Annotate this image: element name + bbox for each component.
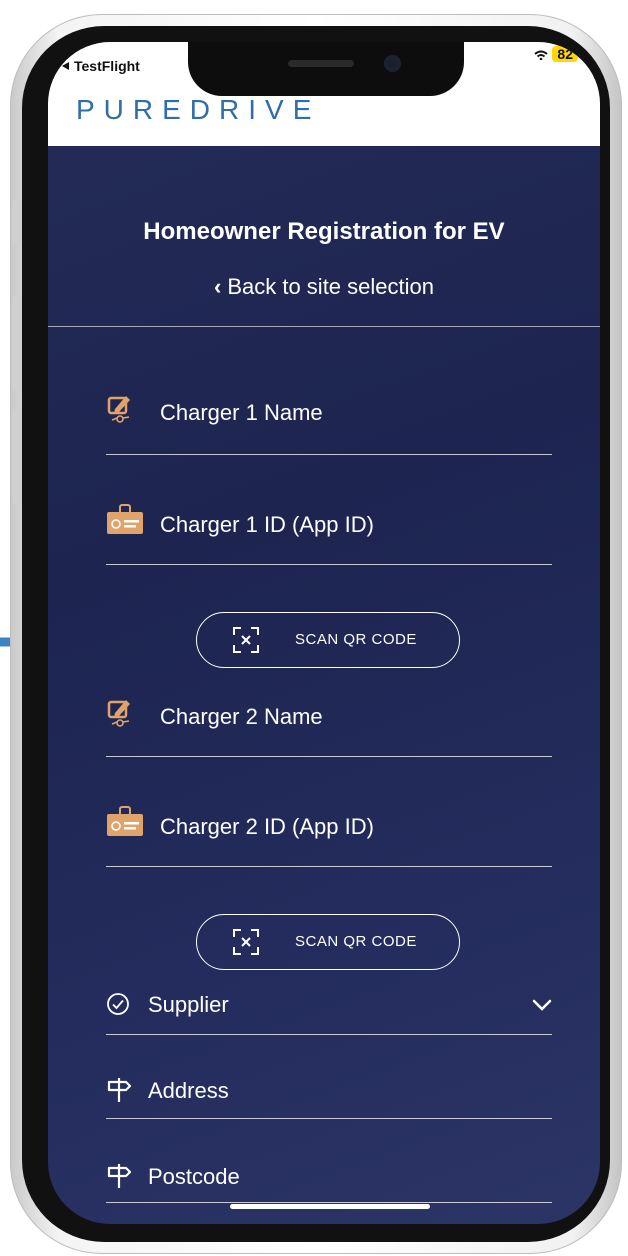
front-camera xyxy=(384,55,401,72)
back-to-site-selection-link[interactable]: ‹ Back to site selection xyxy=(48,274,600,300)
scan-qr-label-2: SCAN QR CODE xyxy=(295,933,417,950)
volume-down-button xyxy=(12,410,22,504)
speaker-grille xyxy=(288,60,354,67)
chevron-left-icon: ‹ xyxy=(214,274,222,299)
charger1-name-field[interactable]: Charger 1 Name xyxy=(106,388,552,456)
header-divider xyxy=(48,326,600,327)
supplier-select[interactable]: Supplier xyxy=(106,984,552,1036)
scan-qr-code-button-1[interactable]: SCAN QR CODE xyxy=(196,612,460,668)
puredrive-logo: PUREDRIVE xyxy=(76,94,321,125)
page-title: Homeowner Registration for EV xyxy=(143,218,505,245)
id-card-icon xyxy=(107,806,143,836)
charger1-name-underline xyxy=(106,454,552,455)
signpost-icon xyxy=(107,1164,132,1188)
supplier-underline xyxy=(106,1034,552,1035)
notch xyxy=(188,42,464,96)
postcode-field[interactable]: Postcode xyxy=(106,1154,552,1206)
address-field[interactable]: Address xyxy=(106,1068,552,1120)
postcode-label: Postcode xyxy=(148,1164,240,1189)
charger2-id-underline xyxy=(106,866,552,867)
signpost-icon xyxy=(107,1078,132,1102)
id-card-icon xyxy=(107,504,143,534)
testflight-back-link[interactable]: TestFlight xyxy=(62,58,140,74)
charger2-name-underline xyxy=(106,756,552,757)
charger2-name-field[interactable]: Charger 2 Name xyxy=(106,692,552,760)
supplier-label: Supplier xyxy=(148,992,229,1017)
check-circle-icon xyxy=(107,993,129,1015)
mute-switch xyxy=(12,200,22,244)
back-link-label: Back to site selection xyxy=(227,274,434,299)
charger1-name-label: Charger 1 Name xyxy=(160,400,323,425)
chevron-down-icon xyxy=(532,999,552,1011)
battery-indicator: 82 xyxy=(552,46,578,62)
address-label: Address xyxy=(148,1078,229,1103)
charger2-name-label: Charger 2 Name xyxy=(160,704,323,729)
edit-charger-icon xyxy=(107,700,130,727)
charger2-id-label: Charger 2 ID (App ID) xyxy=(160,814,374,839)
edit-charger-icon xyxy=(107,396,130,423)
app-screen: TestFlight 82 PUREDRIVE Homeowner Regist… xyxy=(48,42,600,1224)
charger1-id-underline xyxy=(106,564,552,565)
charger1-id-label: Charger 1 ID (App ID) xyxy=(160,512,374,537)
qr-scan-icon xyxy=(233,627,259,653)
address-underline xyxy=(106,1118,552,1119)
home-indicator[interactable] xyxy=(230,1204,430,1209)
scan-qr-code-button-2[interactable]: SCAN QR CODE xyxy=(196,914,460,970)
charger1-id-field[interactable]: Charger 1 ID (App ID) xyxy=(106,498,552,566)
scan-qr-label-1: SCAN QR CODE xyxy=(295,631,417,648)
volume-up-button xyxy=(12,296,22,390)
charger2-id-field[interactable]: Charger 2 ID (App ID) xyxy=(106,800,552,868)
qr-scan-icon xyxy=(233,929,259,955)
wifi-icon xyxy=(534,50,548,60)
postcode-underline xyxy=(106,1202,552,1203)
